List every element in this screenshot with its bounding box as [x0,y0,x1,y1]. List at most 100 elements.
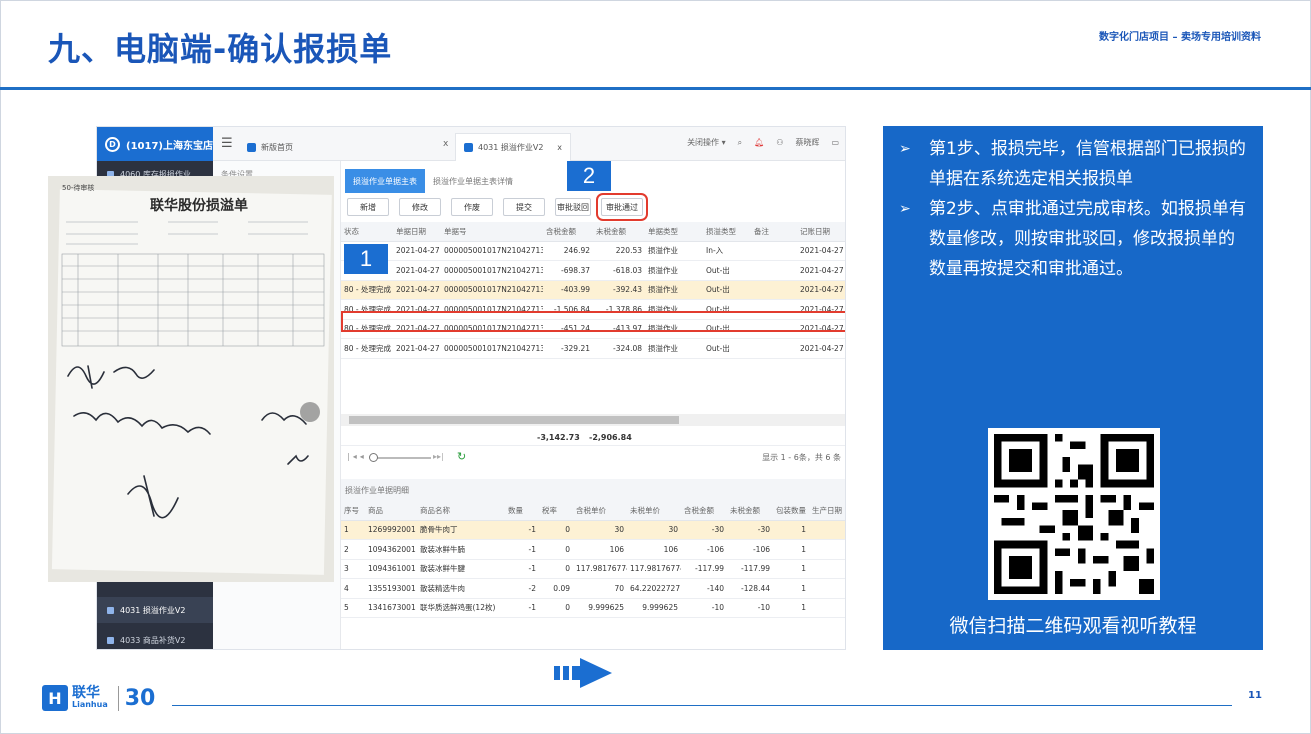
submit-button[interactable]: 提交 [503,198,545,216]
table-row[interactable]: 80 - 处理完成2021-04-27000005001017N21042713… [341,319,845,339]
table-row[interactable]: 80 - 处理完成2021-04-27000005001017N21042713… [341,299,845,320]
sidebar-item-label: 4033 商品补货V2 [120,635,186,645]
col-amt-net[interactable]: 未税金额 [727,501,773,521]
table-row[interactable]: 2021-04-27000005001017N2104271394-698.37… [341,260,845,281]
table-cell [751,338,797,359]
detail-cell: 散装精选牛肉 [417,578,505,599]
title-divider [0,87,1311,90]
store-header[interactable]: D (1017)上海东宝店 [97,127,213,161]
col-doc-date[interactable]: 单据日期 [393,222,441,242]
col-unit-tax[interactable]: 含税单价 [573,501,627,521]
detail-cell: 1094362001 [365,539,417,560]
col-remark[interactable]: 备注 [751,222,797,242]
col-seq[interactable]: 序号 [341,501,365,521]
subtab-detail[interactable]: 损溢作业单据主表详情 [425,169,521,193]
detail-section-title: 损溢作业单据明细 [341,479,845,501]
hamburger-menu-icon[interactable]: ☰ [221,136,233,151]
search-icon[interactable]: ⌕ [738,138,742,148]
col-doc-type[interactable]: 单据类型 [645,222,703,242]
next-page-icon[interactable]: ▸▸| [433,452,444,461]
table-row[interactable]: 80 - 处理完成2021-04-27000005001017N21042713… [341,338,845,359]
detail-row[interactable]: 3 1094361001 散装冰鲜牛腱 -1 0 117.98176774 117.9817… [341,559,845,579]
next-page-arrow-icon[interactable] [554,656,614,690]
close-tab-icon[interactable]: x [557,143,562,152]
table-row[interactable]: 80 - 处理完成2021-04-27000005001017N21042713… [341,280,845,300]
col-status[interactable]: 状态 [341,222,393,242]
table-cell: 损溢作业 [645,299,703,320]
header-note: 数字化门店项目 – 卖场专用培训资料 [1099,32,1261,43]
step-1-text: 第1步、报损完毕，信管根据部门已报损的单据在系统选定相关报损单 [929,139,1246,189]
detail-cell: 脆骨牛肉丁 [417,520,505,540]
col-tax-rate[interactable]: 税率 [539,501,573,521]
scrollbar-thumb[interactable] [349,416,679,424]
col-amount-tax[interactable]: 含税金额 [543,222,593,242]
col-amt-tax[interactable]: 含税金额 [681,501,727,521]
main-table: 状态 单据日期 单据号 含税金额 未税金额 单据类型 损溢类型 备注 记账日期 … [341,222,845,359]
table-cell: 000005001017N2104271397 [441,319,543,339]
col-doc-no[interactable]: 单据号 [441,222,543,242]
detail-cell: 1 [773,578,809,599]
top-actions: 关闭操作 ▾ ⌕ 🔔︎ ⚇ 蔡晓辉 ▭ [687,137,839,148]
store-logo-icon: D [105,136,120,152]
first-page-icon[interactable]: |◂◂ [347,452,367,461]
bell-icon[interactable]: 🔔︎ [754,138,764,147]
table-cell: -451.24 [543,319,593,339]
col-loss-type[interactable]: 损溢类型 [703,222,751,242]
close-tab-icon[interactable]: x [443,139,448,149]
page-slider-handle[interactable] [369,453,378,462]
table-cell: 2021-04-27 [797,338,845,359]
table-cell: -403.99 [543,280,593,300]
void-button[interactable]: 作废 [451,198,493,216]
horizontal-scrollbar[interactable] [341,414,845,426]
col-name[interactable]: 商品名称 [417,501,505,521]
table-cell: 2021-04-27 [797,299,845,320]
detail-cell: 70 [573,578,627,599]
table-cell: 损溢作业 [645,280,703,300]
col-unit-net[interactable]: 未税单价 [627,501,681,521]
reject-button[interactable]: 审批驳回 [555,198,591,216]
detail-table: 序号 商品 商品名称 数量 税率 含税单价 未税单价 含税金额 未税金额 包装数… [341,501,845,618]
tab-loss-v2[interactable]: 4031 损溢作业V2 x [455,133,571,161]
detail-cell: 3 [341,559,365,579]
add-button[interactable]: 新增 [347,198,389,216]
table-row[interactable]: 2021-04-27000005001017N2104271391246.922… [341,241,845,261]
table-cell: 2021-04-27 [797,260,845,281]
table-cell: -618.03 [593,260,645,281]
table-cell [751,260,797,281]
subtab-main[interactable]: 损溢作业单据主表 [345,169,425,193]
col-prod-date[interactable]: 生产日期 [809,501,845,521]
detail-cell: -10 [727,598,773,618]
monitor-icon[interactable]: ▭ [831,138,839,147]
detail-cell: 4 [341,578,365,599]
detail-row[interactable]: 2 1094362001 散装冰鲜牛腩 -1 0 106 106 -106 -106 1 [341,539,845,560]
store-name: (1017)上海东宝店 [126,140,213,152]
detail-cell: 1 [773,520,809,540]
table-cell: 80 - 处理完成 [341,299,393,320]
col-amount-net[interactable]: 未税金额 [593,222,645,242]
pager-info: 显示 1 - 6条，共 6 条 [762,453,841,462]
sidebar-item-loss-v2[interactable]: 4031 损溢作业V2 [97,597,213,623]
user-name[interactable]: 蔡晓辉 [795,137,819,148]
detail-cell: -1 [505,598,539,618]
main-table-header: 状态 单据日期 单据号 含税金额 未税金额 单据类型 损溢类型 备注 记账日期 [341,222,845,242]
detail-cell: -117.99 [681,559,727,579]
col-sku[interactable]: 商品 [365,501,417,521]
detail-cell: 1 [773,539,809,560]
detail-row[interactable]: 4 1355193001 散装精选牛肉 -2 0.09 70 64.22022727 -140… [341,578,845,599]
tab-home[interactable]: 新版首页 [239,133,301,161]
page-slider-track[interactable] [371,457,431,459]
detail-row[interactable]: 1 1269992001 脆骨牛肉丁 -1 0 30 30 -30 -30 1 [341,520,845,540]
refresh-icon[interactable]: ↻ [457,450,466,463]
col-qty[interactable]: 数量 [505,501,539,521]
approve-button[interactable]: 审批通过 [596,193,648,221]
detail-cell: -10 [681,598,727,618]
col-pack-qty[interactable]: 包装数量 [773,501,809,521]
user-icon[interactable]: ⚇ [776,138,783,147]
qr-code[interactable] [988,428,1160,600]
edit-button[interactable]: 修改 [399,198,441,216]
close-ops-menu[interactable]: 关闭操作 ▾ [687,137,726,148]
detail-row[interactable]: 5 1341673001 联华质选鲜鸡蛋(12枚) -1 0 9.999625 9.9996… [341,598,845,618]
col-post-date[interactable]: 记账日期 [797,222,845,242]
sidebar-item-replenish-v2[interactable]: 4033 商品补货V2 [97,627,213,649]
table-cell: 2021-04-27 [393,260,441,281]
